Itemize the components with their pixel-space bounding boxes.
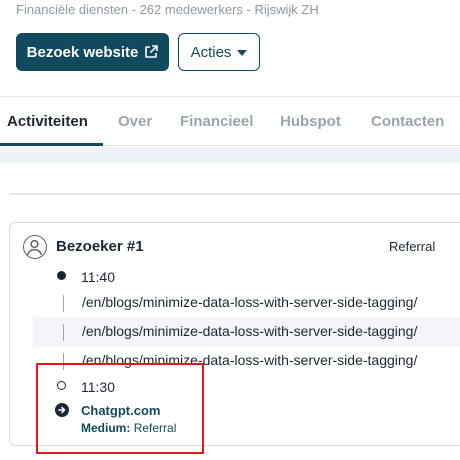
tab-activiteiten[interactable]: Activiteiten — [7, 113, 88, 130]
visit-website-label: Bezoek website — [26, 43, 139, 61]
page-visit-row[interactable]: /en/blogs/minimize-data-loss-with-server… — [33, 288, 460, 318]
visitor-source-badge: Referral — [389, 239, 436, 254]
session-dot-filled — [57, 271, 66, 280]
timeline-bar — [63, 295, 64, 312]
divider — [10, 193, 460, 195]
actions-dropdown-button[interactable]: Acties — [178, 33, 260, 71]
tab-contacten[interactable]: Contacten — [371, 113, 444, 130]
highlight-box — [36, 363, 204, 454]
user-icon — [23, 235, 47, 259]
page-visit-row[interactable]: /en/blogs/minimize-data-loss-with-server… — [33, 317, 460, 347]
tab-hubspot[interactable]: Hubspot — [280, 113, 341, 130]
timeline-bar — [63, 324, 64, 341]
tab-financieel[interactable]: Financieel — [180, 113, 253, 130]
actions-label: Acties — [190, 43, 232, 61]
caret-down-icon — [237, 50, 248, 56]
company-subtitle: Financiële diensten - 262 medewerkers - … — [16, 2, 319, 17]
page-url: /en/blogs/minimize-data-loss-with-server… — [82, 294, 418, 310]
session-time: 11:40 — [81, 269, 115, 285]
active-tab-indicator — [0, 143, 103, 146]
tab-bar: Activiteiten Over Financieel Hubspot Con… — [0, 96, 460, 146]
page-url: /en/blogs/minimize-data-loss-with-server… — [82, 323, 418, 339]
external-link-icon — [145, 45, 159, 58]
visit-website-button[interactable]: Bezoek website — [16, 33, 169, 71]
tab-over[interactable]: Over — [118, 113, 152, 130]
visitor-label: Bezoeker #1 — [56, 238, 144, 255]
section-band — [0, 147, 460, 163]
